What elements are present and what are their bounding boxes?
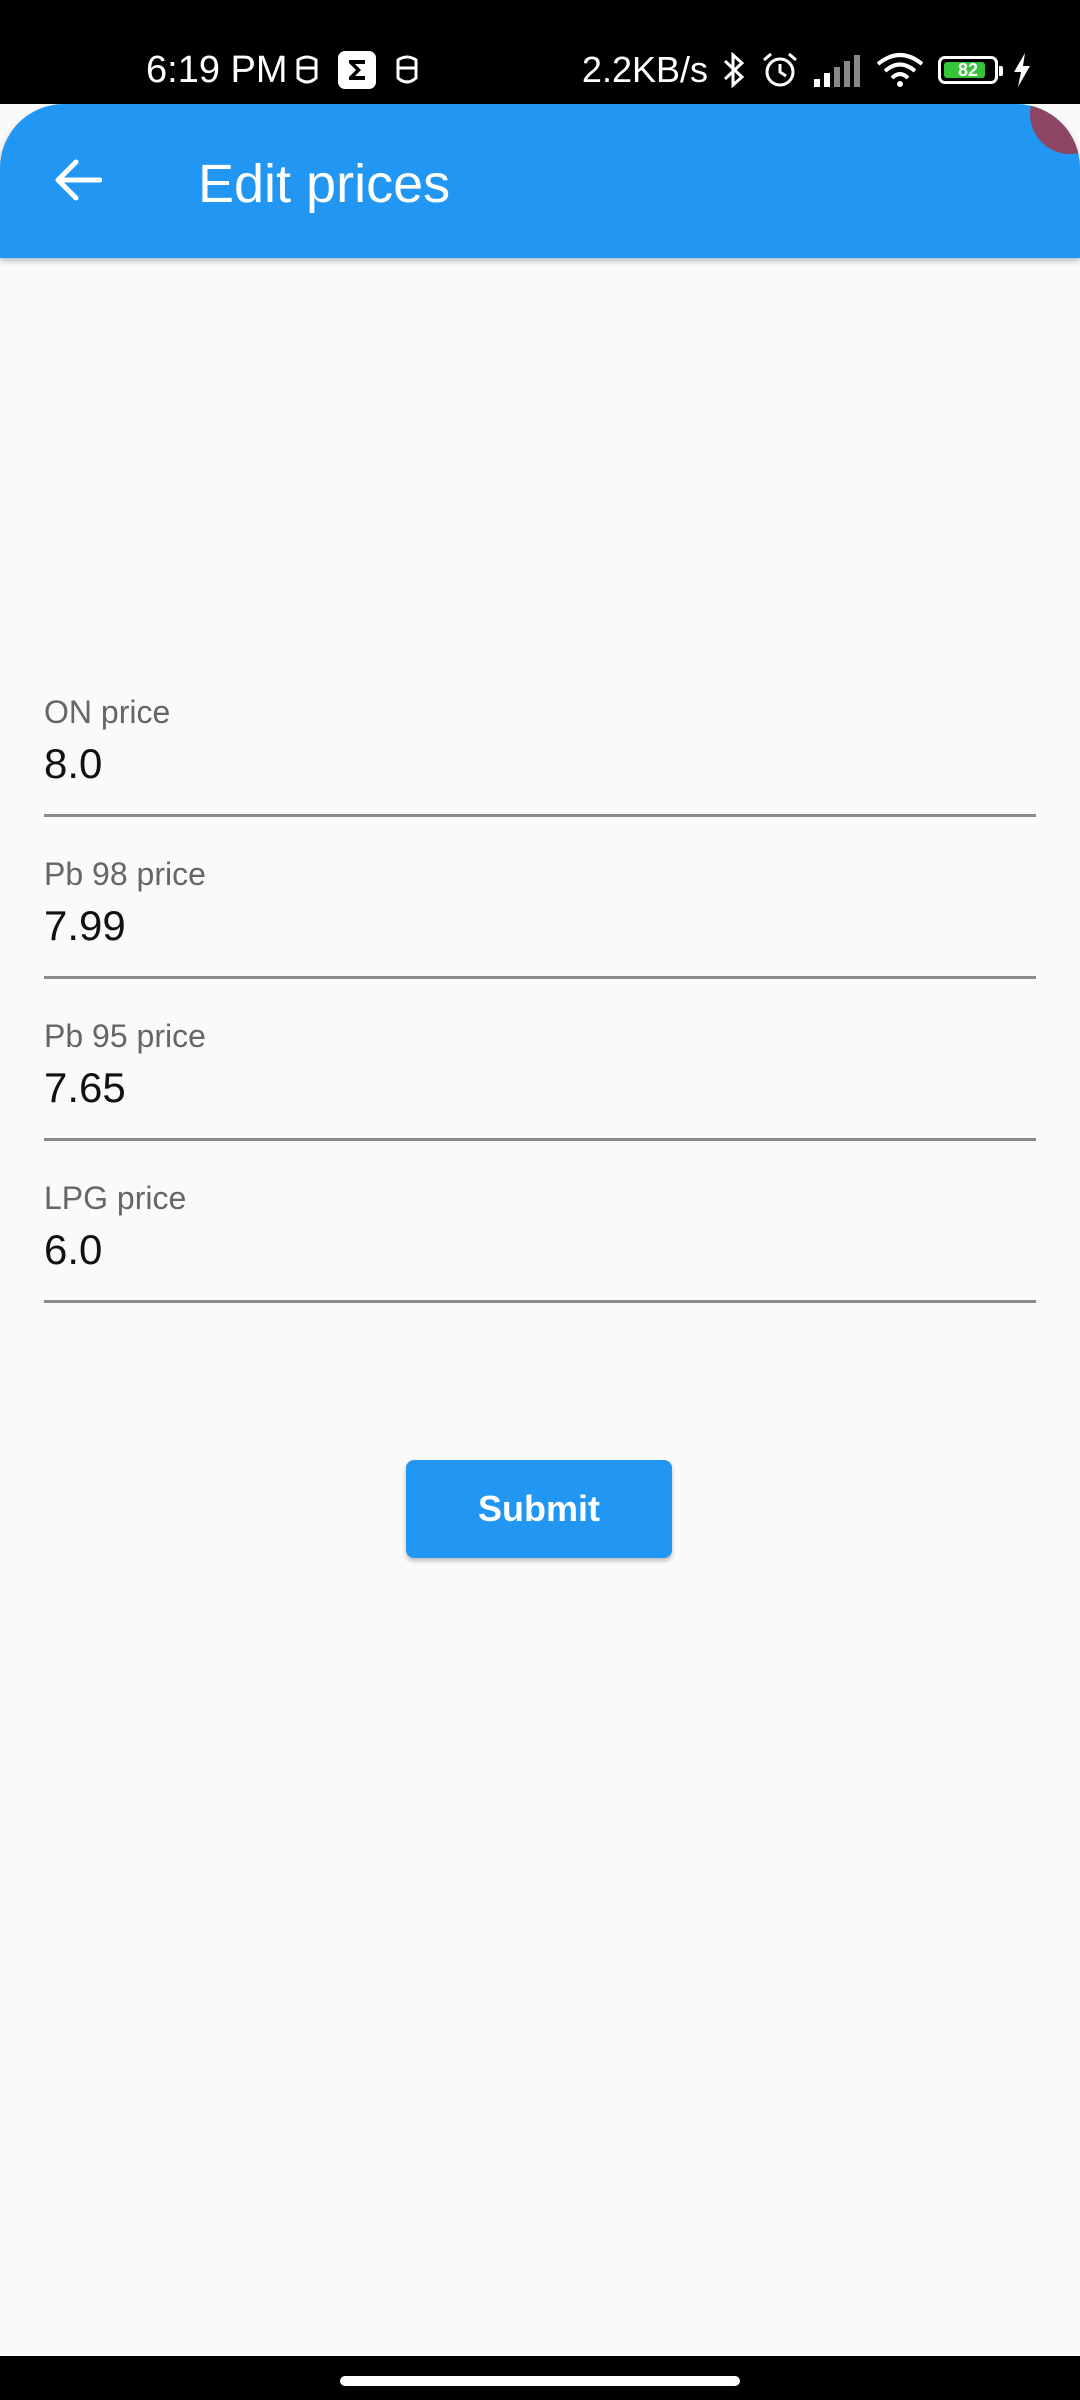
- pb98-price-input[interactable]: [44, 896, 1036, 956]
- notification-icon: [396, 55, 418, 84]
- pb95-price-field[interactable]: Pb 95 price: [44, 998, 1036, 1160]
- lpg-price-input[interactable]: [44, 1220, 1036, 1280]
- lpg-price-label: LPG price: [44, 1180, 187, 1216]
- field-underline: [44, 1300, 1036, 1303]
- navigation-bar: [0, 2356, 1080, 2400]
- signal-icon: [814, 55, 860, 87]
- alarm-icon: [763, 52, 797, 87]
- battery-level: 82: [957, 60, 979, 80]
- charging-icon: [1014, 53, 1030, 87]
- lpg-price-field[interactable]: LPG price: [44, 1160, 1036, 1322]
- sigma-app-icon: [338, 51, 376, 89]
- pb95-price-label: Pb 95 price: [44, 1018, 206, 1054]
- on-price-input[interactable]: [44, 734, 1036, 794]
- arrow-back-icon: [55, 159, 102, 201]
- wifi-icon: [876, 53, 924, 87]
- app-bar: Edit prices: [0, 104, 1080, 258]
- page-title: Edit prices: [198, 154, 451, 214]
- status-left-icons: [294, 50, 420, 90]
- on-price-label: ON price: [44, 694, 171, 730]
- edit-prices-form: ON price Pb 98 price Pb 95 price LPG pri…: [44, 674, 1036, 1322]
- submit-button[interactable]: Submit: [406, 1460, 672, 1558]
- pb98-price-field[interactable]: Pb 98 price: [44, 836, 1036, 998]
- home-indicator[interactable]: [340, 2376, 740, 2386]
- on-price-field[interactable]: ON price: [44, 674, 1036, 836]
- field-underline: [44, 1138, 1036, 1141]
- status-bar: 6:19 PM 2.2KB/s 82: [0, 0, 1080, 104]
- pb98-price-label: Pb 98 price: [44, 856, 206, 892]
- network-speed: 2.2KB/s: [581, 49, 708, 90]
- battery-icon: 82: [938, 56, 1003, 84]
- app-screen: Edit prices ON price Pb 98 price Pb 95 p…: [0, 104, 1080, 2356]
- field-underline: [44, 976, 1036, 979]
- field-underline: [44, 814, 1036, 817]
- bluetooth-icon: [723, 51, 745, 89]
- status-right-icons: 2.2KB/s 82: [582, 44, 1032, 96]
- back-button[interactable]: [38, 140, 118, 220]
- pb95-price-input[interactable]: [44, 1058, 1036, 1118]
- corner-decoration: [1030, 104, 1080, 154]
- status-time: 6:19 PM: [146, 49, 288, 91]
- notification-icon: [296, 55, 318, 84]
